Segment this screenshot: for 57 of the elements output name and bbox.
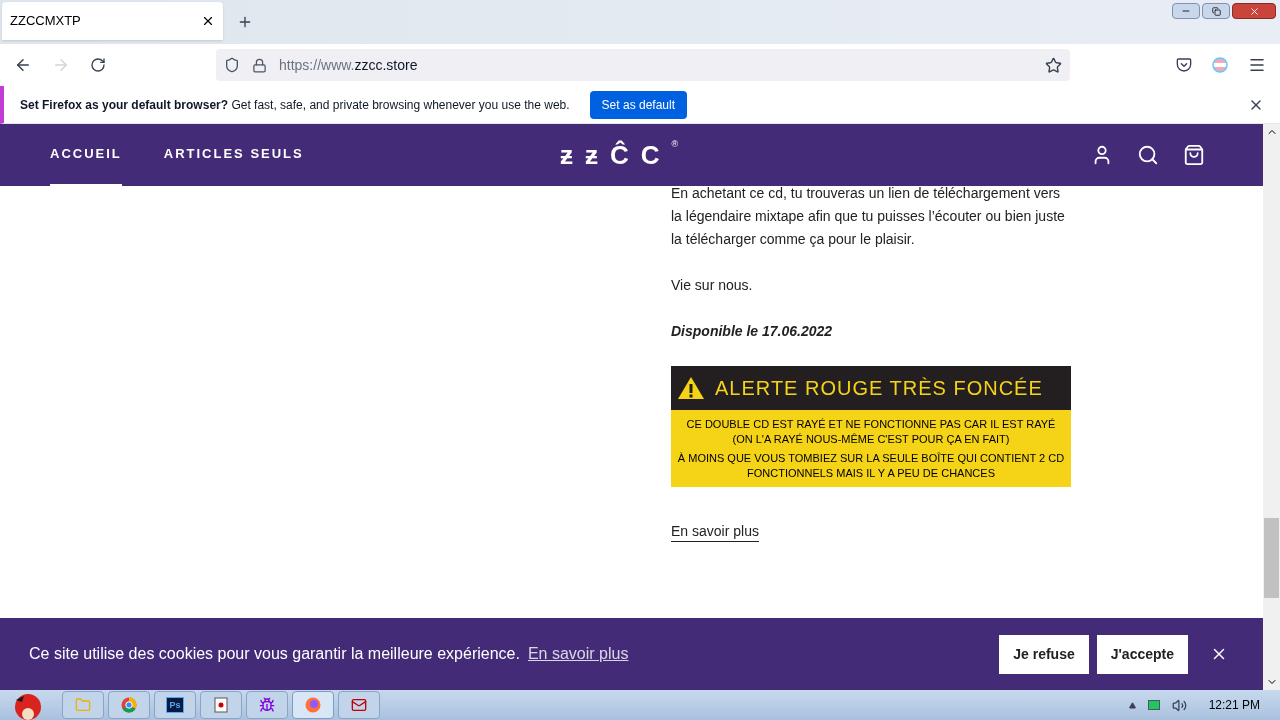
registered-mark: ® (671, 138, 679, 151)
scrollbar[interactable] (1263, 124, 1280, 690)
bookmark-star-icon[interactable] (1045, 56, 1062, 74)
bug-icon (259, 697, 275, 713)
volume-icon[interactable] (1171, 697, 1187, 713)
taskbar-app-button[interactable]: Ps (154, 691, 196, 719)
clock[interactable]: 12:21 PM (1208, 696, 1260, 714)
site-logo[interactable]: ƶƶĈC (560, 138, 672, 172)
close-button[interactable] (1232, 3, 1276, 19)
pocket-icon[interactable] (1176, 57, 1192, 73)
banner-title: ALERTE ROUGE TRÈS FONCÉE (715, 376, 1043, 400)
taskbar-app-button[interactable] (108, 691, 150, 719)
warning-icon (677, 376, 705, 400)
battery-icon[interactable] (1147, 700, 1160, 710)
availability-text: Disponible le 17.06.2022 (671, 322, 834, 341)
address-field[interactable]: https://www.zzcc.store (216, 49, 1070, 81)
shield-icon (224, 57, 240, 73)
minimize-button[interactable] (1172, 3, 1200, 19)
cart-icon[interactable] (1183, 144, 1205, 166)
nav-link[interactable]: ARTICLES SEULS (163, 124, 304, 186)
lock-icon (252, 57, 267, 73)
new-tab-icon[interactable] (237, 14, 253, 30)
reload-icon[interactable] (90, 57, 106, 73)
nav-link[interactable]: ACCUEIL (50, 124, 122, 186)
cookie-button[interactable]: J'accepte (1096, 634, 1188, 674)
cookie-button[interactable]: Je refuse (999, 634, 1089, 674)
taskbar-app-button[interactable] (292, 691, 334, 719)
photoshop-icon-label: Ps (166, 697, 184, 713)
banner-text: À MOINS QUE VOUS TOMBIEZ SUR LA SEULE BOÎTE QUI CONTIENT 2 CD FONCTIONNELS MAIS IL Y A PEU DE CHANCES (677, 450, 1065, 481)
scrollbar-thumb[interactable] (1264, 518, 1279, 598)
taskbar-app-button[interactable] (246, 691, 288, 719)
mail-icon (351, 697, 367, 713)
search-icon[interactable] (1137, 144, 1159, 166)
taskbar-app-button[interactable] (200, 691, 242, 719)
learn-more-link[interactable]: En savoir plus (671, 521, 759, 542)
banner-text: CE DOUBLE CD EST RAYÉ ET NE FONCTIONNE PAS CAR IL EST RAYÉ (ON L'A RAYÉ NOUS-MÊME C'EST POUR ÇA EN FAIT) (685, 416, 1057, 447)
close-icon[interactable] (201, 14, 215, 28)
back-icon[interactable] (14, 56, 32, 74)
description-paragraph: En achetant ce cd, tu trouveras un lien de téléchargement vers la légendaire mixtape afin que tu puisses l’écouter ou bien juste la télécharger comme ça pour le plaisir. (671, 184, 1066, 249)
cookie-learn-more-link[interactable]: En savoir plus (527, 642, 629, 666)
menu-icon[interactable] (1248, 56, 1266, 74)
folder-icon (75, 697, 91, 713)
cookie-message: Ce site utilise des cookies pour vous garantir la meilleure expérience. (29, 644, 520, 664)
tab-title: ZZCCMXTP (10, 12, 82, 31)
description-paragraph: Vie sur nous. (671, 276, 754, 295)
tray-arrow-icon[interactable] (1128, 701, 1136, 709)
browser-icon (305, 697, 321, 713)
restore-button[interactable] (1202, 3, 1230, 19)
cards-icon (214, 697, 228, 713)
close-icon (1248, 5, 1260, 17)
url-text: https://www.zzcc.store (279, 55, 419, 75)
set-default-button[interactable]: Set as default (589, 90, 687, 119)
restore-icon (1211, 6, 1221, 16)
browser-icon (121, 697, 137, 713)
browser-tab[interactable]: ZZCCMXTP (2, 2, 223, 40)
taskbar-app-button[interactable] (338, 691, 380, 719)
notification-message: Set Firefox as your default browser? Get fast, safe, and private browsing whenever you use the web. (20, 96, 570, 114)
